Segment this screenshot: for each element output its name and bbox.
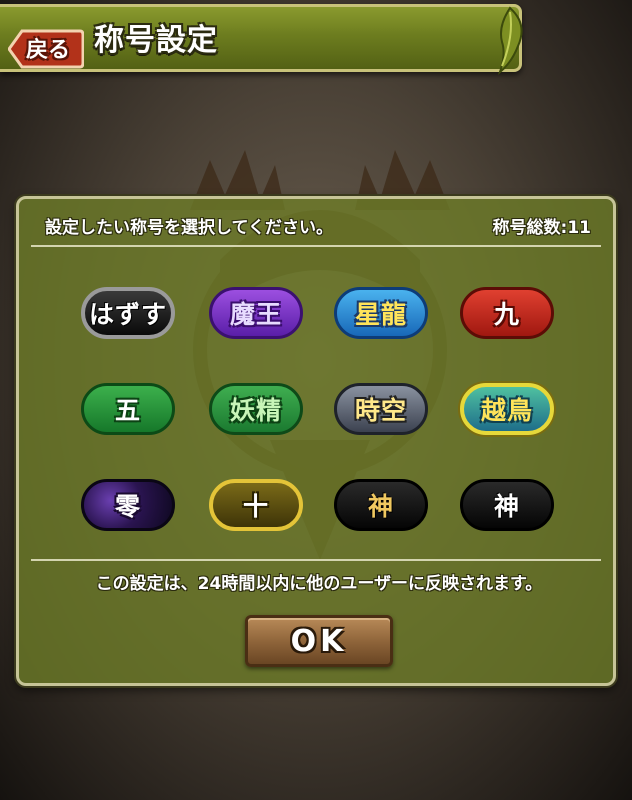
title-label: 時空 <box>354 396 407 425</box>
title-button[interactable]: 九 <box>460 287 554 339</box>
title-label: 妖精 <box>229 396 282 425</box>
title-button[interactable]: 妖精 <box>209 383 303 435</box>
title-button-selected[interactable]: 越鳥 <box>460 383 554 435</box>
title-label: 九 <box>493 300 520 329</box>
title-button[interactable]: 星龍 <box>334 287 428 339</box>
title-button[interactable]: 零 <box>81 479 175 531</box>
back-button[interactable]: 戻る <box>8 29 84 69</box>
instruction-text: 設定したい称号を選択してください。 <box>45 218 333 238</box>
title-label: 神 <box>493 492 520 521</box>
title-label: 十 <box>242 492 269 521</box>
title-label: はずす <box>88 300 167 329</box>
title-button[interactable]: 神 <box>460 479 554 531</box>
title-button[interactable]: 魔王 <box>209 287 303 339</box>
back-label: 戻る <box>26 38 71 63</box>
title-count-label: 称号総数:11 <box>492 218 591 238</box>
title-label: 魔王 <box>229 300 282 329</box>
notice-text: この設定は、24時間以内に他のユーザーに反映されます。 <box>95 574 543 594</box>
ok-button[interactable]: OK <box>245 615 393 667</box>
leaf-ornament-icon <box>497 6 523 76</box>
title-button[interactable]: 時空 <box>334 383 428 435</box>
title-select-dialog: 設定したい称号を選択してください。 称号総数:11 はずす 魔王 星龍 九 五 … <box>16 196 616 686</box>
title-button-remove[interactable]: はずす <box>81 287 175 339</box>
page-title: 称号設定 <box>94 23 218 58</box>
title-label: 星龍 <box>354 300 407 329</box>
title-label: 零 <box>114 492 141 521</box>
title-button[interactable]: 五 <box>81 383 175 435</box>
title-label: 神 <box>367 492 394 521</box>
title-label: 越鳥 <box>480 396 533 425</box>
divider <box>31 245 601 247</box>
title-label: 五 <box>114 396 141 425</box>
divider <box>31 559 601 561</box>
header-bar: 戻る 称号設定 <box>0 4 522 72</box>
title-button[interactable]: 神 <box>334 479 428 531</box>
title-button[interactable]: 十 <box>209 479 303 531</box>
